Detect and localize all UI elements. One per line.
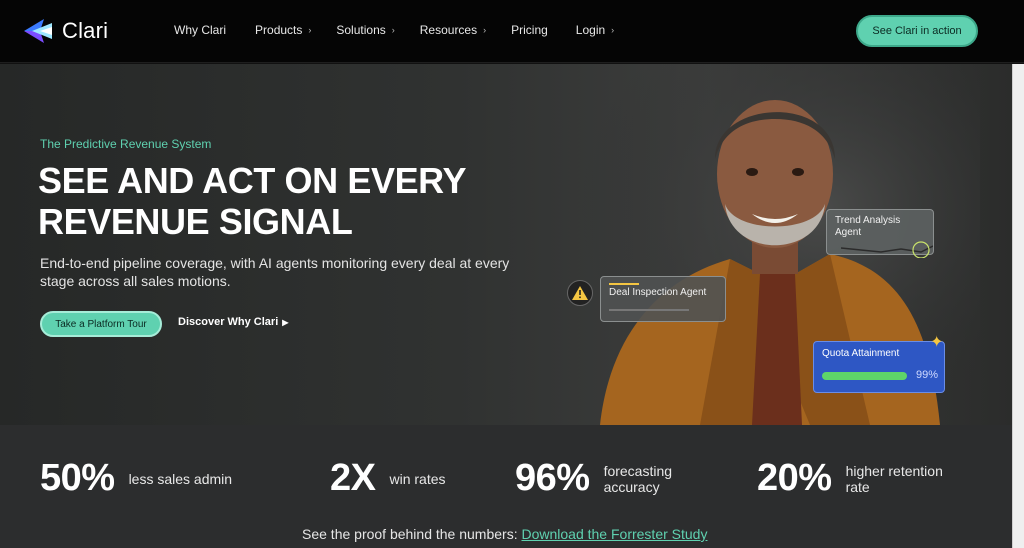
stats-band: 50% less sales admin 2X win rates 96% fo… [0,425,1012,548]
clari-logo-icon [24,19,52,43]
nav-menu: Why Clari Products › Solutions › Resourc… [174,23,614,37]
stat-label: higher retention rate [845,462,943,495]
platform-tour-button[interactable]: Take a Platform Tour [40,311,162,337]
proof-line: See the proof behind the numbers: Downlo… [302,526,707,542]
nav-item-products[interactable]: Products › [255,23,311,37]
forrester-study-link[interactable]: Download the Forrester Study [521,526,707,542]
page-scrollbar[interactable] [1012,64,1024,548]
stat-label: less sales admin [128,470,233,487]
brand-name: Clari [62,18,109,43]
chevron-right-icon: › [483,25,487,35]
see-clari-in-action-button[interactable]: See Clari in action [856,15,978,47]
proof-text: See the proof behind the numbers: [302,526,518,542]
nav-item-label: Products [255,23,303,37]
play-triangle-icon: ▶ [282,317,289,327]
hero-subtext: End-to-end pipeline coverage, with AI ag… [40,255,510,289]
nav-item-label: Solutions [336,23,386,37]
nav-item-why-clari[interactable]: Why Clari [174,23,226,37]
quota-value: 99% [915,369,938,381]
deal-inspection-line [609,309,689,311]
stat-item: 2X win rates [330,457,446,500]
stat-label: forecasting accuracy [603,462,673,495]
chevron-right-icon: › [611,25,615,35]
hero-eyebrow: The Predictive Revenue System [40,137,212,151]
discover-why-clari-link[interactable]: Discover Why Clari ▶ [178,316,288,328]
nav-item-resources[interactable]: Resources › [420,23,486,37]
quota-attainment-card: Quota Attainment 99% [813,341,945,393]
stat-label: win rates [389,470,446,487]
stat-number: 20% [757,457,832,499]
stat-item: 50% less sales admin [40,457,232,500]
trend-line-icon [841,241,933,258]
stat-number: 96% [515,457,590,499]
sparkle-icon: ✦ [930,334,944,351]
nav-item-pricing[interactable]: Pricing [511,23,548,37]
warning-icon [567,280,593,306]
nav-item-label: Pricing [511,23,548,37]
nav-item-label: Login [575,23,606,37]
trend-analysis-label: Trend Analysis Agent [835,215,901,238]
quota-progress-bar [822,372,907,380]
deal-inspection-card: Deal Inspection Agent [600,276,726,322]
stat-number: 50% [40,457,115,499]
clari-logo[interactable]: Clari [22,17,108,45]
trend-analysis-card: Trend Analysis Agent [826,209,934,258]
stat-item: 96% forecasting accuracy [515,457,694,500]
chevron-right-icon: › [308,25,312,35]
nav-item-login[interactable]: Login › [576,23,614,37]
deal-inspection-accent [609,283,639,285]
nav-item-solutions[interactable]: Solutions › [336,23,394,37]
chevron-right-icon: › [391,25,395,35]
deal-inspection-label: Deal Inspection Agent [609,287,707,298]
hero-headline: SEE AND ACT ON EVERY REVENUE SIGNAL [38,160,466,242]
stat-number: 2X [330,457,376,499]
discover-why-clari-label: Discover Why Clari [178,316,279,328]
nav-item-label: Resources [419,23,478,37]
stat-item: 20% higher retention rate [757,457,966,500]
nav-item-label: Why Clari [174,23,227,37]
hero-section: The Predictive Revenue System SEE AND AC… [0,64,1012,425]
top-navigation: Clari Why Clari Products › Solutions › R… [0,0,1024,63]
quota-attainment-label: Quota Attainment [822,348,900,359]
